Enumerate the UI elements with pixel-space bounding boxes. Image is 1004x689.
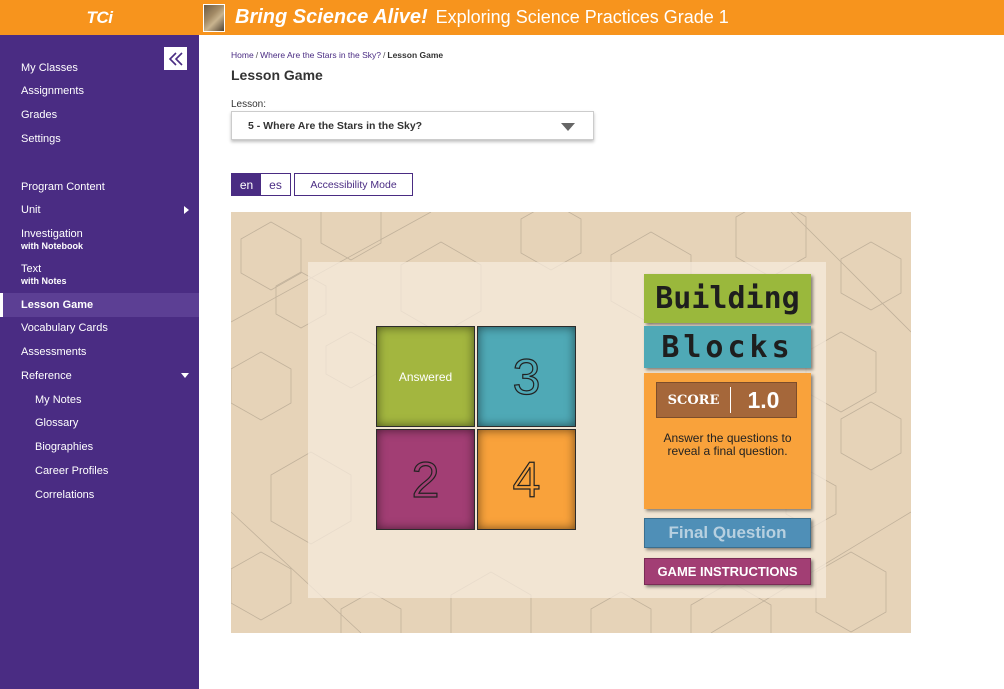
language-toggle: en es <box>231 173 291 196</box>
program-thumbnail <box>203 3 225 32</box>
tile-question-3[interactable]: 3 <box>477 326 576 427</box>
tile-number: 3 <box>512 348 541 405</box>
top-bar: TCi Bring Science Alive! Exploring Scien… <box>0 0 1004 35</box>
lesson-select[interactable]: 5 - Where Are the Stars in the Sky? <box>231 111 594 140</box>
sidebar-item-label: Investigation <box>21 228 83 240</box>
sidebar-item-label: Text <box>21 263 42 275</box>
sidebar-item-investigation[interactable]: Investigation with Notebook <box>0 227 199 251</box>
game-title-line2: Blocks <box>644 326 811 368</box>
language-en-button[interactable]: en <box>232 174 261 195</box>
sidebar-item-biographies[interactable]: Biographies <box>0 440 199 454</box>
score-box: SCORE 1.0 <box>656 382 797 418</box>
program-title: Exploring Science Practices Grade 1 <box>435 7 729 27</box>
sidebar-item-career-profiles[interactable]: Career Profiles <box>0 464 199 478</box>
game-title-line1: Building <box>644 274 811 323</box>
tile-question-2[interactable]: 2 <box>376 429 475 530</box>
page-title: Lesson Game <box>231 67 323 83</box>
sidebar-item-unit[interactable]: Unit <box>0 203 199 217</box>
sidebar-item-sublabel: with Notes <box>21 276 67 286</box>
sidebar-item-settings[interactable]: Settings <box>0 132 199 146</box>
sidebar-item-my-notes[interactable]: My Notes <box>0 393 199 407</box>
main-content: Home / Where Are the Stars in the Sky? / Les… <box>199 35 1004 689</box>
program-brand: Bring Science Alive! <box>235 6 428 28</box>
sidebar-item-text[interactable]: Text with Notes <box>0 262 199 286</box>
sidebar-item-grades[interactable]: Grades <box>0 108 199 122</box>
dropdown-arrow-icon <box>561 123 575 131</box>
breadcrumb-home-link[interactable]: Home <box>231 50 254 60</box>
sidebar-item-glossary[interactable]: Glossary <box>0 416 199 430</box>
sidebar-item-my-classes[interactable]: My Classes <box>0 61 199 75</box>
score-label: SCORE <box>667 392 720 408</box>
brand-area: TCi <box>0 0 199 35</box>
sidebar-item-assignments[interactable]: Assignments <box>0 84 199 98</box>
sidebar-item-program-content[interactable]: Program Content <box>0 180 199 194</box>
language-es-button[interactable]: es <box>261 174 290 195</box>
game-instructions-button[interactable]: GAME INSTRUCTIONS <box>644 558 811 585</box>
breadcrumb-separator: / <box>383 50 386 60</box>
sidebar-item-sublabel: with Notebook <box>21 241 83 251</box>
caret-down-icon <box>181 373 189 378</box>
accessibility-mode-button[interactable]: Accessibility Mode <box>294 173 413 196</box>
score-card: SCORE 1.0 Answer the questions to reveal… <box>644 373 811 509</box>
breadcrumb: Home / Where Are the Stars in the Sky? / Les… <box>231 50 443 60</box>
breadcrumb-separator: / <box>255 50 259 60</box>
breadcrumb-current: Lesson Game <box>387 50 444 60</box>
caret-right-icon <box>184 206 189 214</box>
tci-logo[interactable]: TCi <box>87 8 113 28</box>
sidebar: My Classes Assignments Grades Settings P… <box>0 35 199 689</box>
tile-question-4[interactable]: 4 <box>477 429 576 530</box>
score-value: 1.0 <box>747 386 780 413</box>
sidebar-item-assessments[interactable]: Assessments <box>0 345 199 359</box>
lesson-label: Lesson: <box>231 99 267 110</box>
final-question-button[interactable]: Final Question <box>644 518 811 548</box>
sidebar-item-vocabulary-cards[interactable]: Vocabulary Cards <box>0 321 199 335</box>
tile-answered[interactable]: Answered <box>376 326 475 427</box>
lesson-select-value: 5 - Where Are the Stars in the Sky? <box>248 119 423 132</box>
score-message: Answer the questions to reveal a final q… <box>663 431 792 458</box>
tile-number: 2 <box>411 451 440 508</box>
lesson-game-canvas: Answered 3 2 4 Building Blocks SCORE 1.0… <box>231 212 911 633</box>
sidebar-item-reference[interactable]: Reference <box>0 369 199 383</box>
sidebar-item-label: Unit <box>21 204 41 216</box>
sidebar-item-label: Reference <box>21 370 72 382</box>
sidebar-item-correlations[interactable]: Correlations <box>0 488 199 502</box>
breadcrumb-lesson-link[interactable]: Where Are the Stars in the Sky? <box>260 50 381 60</box>
tile-number: 4 <box>512 451 541 508</box>
sidebar-item-lesson-game[interactable]: Lesson Game <box>0 293 199 317</box>
